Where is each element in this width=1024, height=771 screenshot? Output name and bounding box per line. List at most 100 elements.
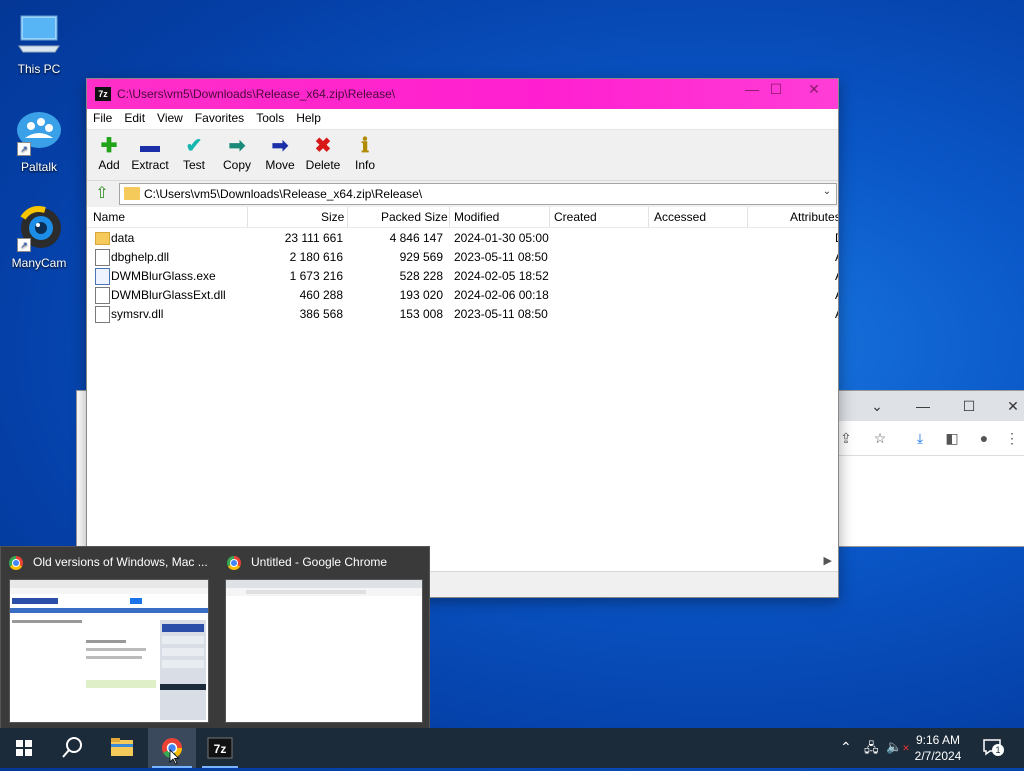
chrome-icon — [227, 556, 241, 570]
desktop-icon-manycam[interactable]: ↗ ManyCam — [4, 204, 74, 270]
desktop-icon-this-pc[interactable]: This PC — [4, 10, 74, 76]
col-size[interactable]: Size — [321, 210, 344, 224]
info-button[interactable]: ℹ Info — [343, 134, 387, 172]
titlebar[interactable]: 7z C:\Users\vm5\Downloads\Release_x64.zi… — [87, 79, 838, 109]
exe-file-icon — [95, 268, 110, 285]
col-name[interactable]: Name — [93, 210, 125, 224]
system-tray: ⌃ 🖧 🔈✕ 9:16 AM 2/7/2024 1 — [836, 728, 1024, 768]
move-button[interactable]: ➡ Move — [258, 134, 302, 172]
table-row[interactable]: symsrv.dll 386 568 153 008 2023-05-11 08… — [87, 304, 838, 323]
file-explorer-taskbar[interactable] — [98, 728, 146, 768]
maximize-icon[interactable]: ☐ — [959, 397, 979, 415]
close-button[interactable]: ✕ — [795, 79, 833, 101]
delete-label: Delete — [305, 158, 341, 172]
download-icon[interactable]: ⤓ — [911, 429, 929, 447]
extract-label: Extract — [131, 158, 169, 172]
menu-view[interactable]: View — [151, 109, 189, 127]
start-button[interactable] — [0, 728, 48, 768]
cell-modified: 2023-05-11 08:50 — [454, 307, 548, 321]
chrome-titlebar: ⌄ — ☐ ✕ — [837, 391, 1024, 421]
shortcut-arrow-icon: ↗ — [17, 238, 31, 252]
col-accessed[interactable]: Accessed — [654, 210, 706, 224]
network-icon[interactable]: 🖧 — [864, 739, 879, 761]
file-list[interactable]: Name Size Packed Size Modified Created A… — [87, 207, 838, 557]
menu-tools[interactable]: Tools — [250, 109, 290, 127]
chrome-toolbar: ⇪ ☆ ⤓ ◧ ● ⋮ — [837, 421, 1024, 456]
preview-item-oldversion[interactable]: Old versions of Windows, Mac ... — [1, 547, 215, 729]
copy-button[interactable]: ➡ Copy — [215, 134, 259, 172]
cell-name: symsrv.dll — [111, 307, 164, 321]
dll-file-icon — [95, 306, 110, 323]
address-input[interactable]: C:\Users\vm5\Downloads\Release_x64.zip\R… — [119, 183, 837, 205]
clock-date: 2/7/2024 — [914, 749, 962, 763]
cell-name: dbghelp.dll — [111, 250, 170, 264]
7zip-icon: 7z — [207, 737, 233, 759]
cell-size: 386 568 — [299, 307, 343, 321]
delete-button[interactable]: ✖ Delete — [301, 134, 345, 172]
menu-edit[interactable]: Edit — [118, 109, 151, 127]
chevron-down-icon[interactable]: ⌄ — [867, 397, 887, 415]
chrome-taskbar[interactable] — [148, 728, 196, 768]
cell-size: 2 180 616 — [289, 250, 343, 264]
col-created[interactable]: Created — [554, 210, 597, 224]
extract-button[interactable]: ▬ Extract — [128, 134, 172, 172]
col-packed-size[interactable]: Packed Size — [381, 210, 448, 224]
preview-item-untitled[interactable]: Untitled - Google Chrome — [219, 547, 429, 729]
notification-center-button[interactable]: 1 — [982, 738, 1004, 756]
info-icon: ℹ — [361, 135, 369, 157]
column-header: Name Size Packed Size Modified Created A… — [87, 207, 838, 228]
arrow-right-icon: ➡ — [228, 135, 246, 157]
cell-name: DWMBlurGlass.exe — [111, 269, 216, 283]
profile-icon[interactable]: ● — [975, 429, 993, 447]
menu-favorites[interactable]: Favorites — [189, 109, 250, 127]
maximize-button[interactable]: ☐ — [757, 79, 795, 101]
side-panel-icon[interactable]: ◧ — [943, 429, 961, 447]
folder-icon — [95, 232, 110, 245]
taskbar: 7z ⌃ 🖧 🔈✕ 9:16 AM 2/7/2024 1 — [0, 728, 1024, 768]
cell-size: 460 288 — [299, 288, 343, 302]
col-attributes[interactable]: Attributes — [790, 210, 838, 224]
volume-muted-icon[interactable]: 🔈✕ — [886, 739, 910, 755]
folder-icon — [111, 738, 133, 756]
toolbar: ✚ Add ▬ Extract ✔ Test ➡ Copy ➡ Move ✖ D… — [87, 130, 838, 181]
table-row[interactable]: dbghelp.dll 2 180 616 929 569 2023-05-11… — [87, 247, 838, 266]
add-button[interactable]: ✚ Add — [87, 134, 131, 172]
up-folder-icon[interactable]: ⇧ — [93, 185, 111, 203]
clock[interactable]: 9:16 AM 2/7/2024 — [908, 732, 968, 764]
share-icon[interactable]: ⇪ — [837, 429, 855, 447]
test-button[interactable]: ✔ Test — [172, 134, 216, 172]
address-text: C:\Users\vm5\Downloads\Release_x64.zip\R… — [144, 187, 423, 201]
chevron-down-icon[interactable]: ⌄ — [820, 186, 834, 197]
desktop-icon-paltalk[interactable]: ↗ Paltalk — [4, 108, 74, 174]
menu-file[interactable]: File — [87, 109, 118, 127]
paltalk-icon: ↗ — [15, 108, 63, 156]
7zip-window[interactable]: 7z C:\Users\vm5\Downloads\Release_x64.zi… — [86, 78, 839, 598]
close-icon[interactable]: ✕ — [1003, 397, 1023, 415]
7zip-app-icon: 7z — [95, 87, 111, 101]
minimize-icon[interactable]: — — [913, 397, 933, 415]
7zip-taskbar[interactable]: 7z — [196, 728, 244, 768]
table-row[interactable]: DWMBlurGlass.exe 1 673 216 528 228 2024-… — [87, 266, 838, 285]
desktop-icon-label: ManyCam — [11, 256, 67, 270]
cell-packed: 929 569 — [399, 250, 443, 264]
search-icon — [62, 737, 82, 758]
table-row[interactable]: DWMBlurGlassExt.dll 460 288 193 020 2024… — [87, 285, 838, 304]
col-modified[interactable]: Modified — [454, 210, 499, 224]
cell-packed: 153 008 — [399, 307, 443, 321]
preview-thumbnail — [9, 579, 209, 723]
cell-name: data — [111, 231, 135, 245]
scroll-right-icon[interactable]: ▶ — [824, 554, 832, 567]
menubar: File Edit View Favorites Tools Help — [87, 109, 838, 130]
search-button[interactable] — [48, 728, 96, 768]
star-icon[interactable]: ☆ — [871, 429, 889, 447]
chevron-up-icon[interactable]: ⌃ — [840, 739, 852, 756]
kebab-menu-icon[interactable]: ⋮ — [1003, 429, 1021, 447]
menu-help[interactable]: Help — [290, 109, 327, 127]
cell-modified: 2024-02-05 18:52 — [454, 269, 549, 283]
cell-modified: 2024-02-06 00:18 — [454, 288, 549, 302]
test-label: Test — [182, 158, 205, 172]
table-row[interactable]: data 23 111 661 4 846 147 2024-01-30 05:… — [87, 228, 838, 247]
cell-packed: 4 846 147 — [389, 231, 443, 245]
cell-attributes: A — [835, 307, 838, 321]
preview-thumbnail — [225, 579, 423, 723]
